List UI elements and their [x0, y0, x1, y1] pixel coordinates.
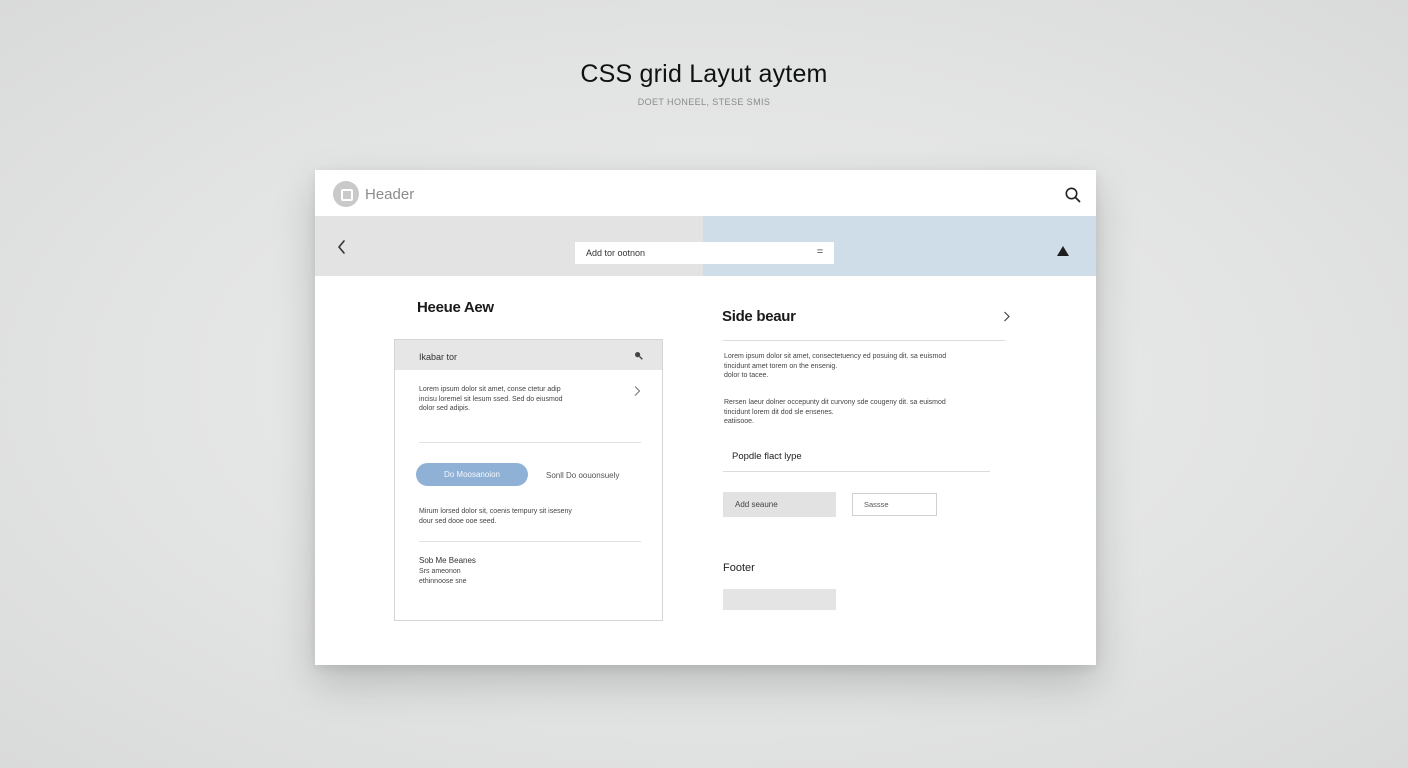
card-paragraph-2: Mirum lorsed dolor sit, coenis tempury s…	[419, 508, 572, 525]
card-header-label: Ikabar tor	[419, 352, 458, 362]
secondary-link[interactable]: Sonll Do oouonsuely	[546, 471, 619, 480]
page-subtitle: DOET HONEEL, STESE SMIS	[637, 97, 771, 107]
collapse-button[interactable]	[1056, 244, 1070, 256]
divider	[419, 541, 641, 542]
search-icon	[1065, 187, 1081, 203]
back-button[interactable]	[335, 238, 349, 256]
side-expand-button[interactable]	[1002, 310, 1011, 323]
header-bar: Header	[315, 170, 1096, 216]
side-paragraph-1: Lorem ipsum dolor sit amet, consectetuen…	[724, 353, 947, 379]
divider	[723, 471, 990, 472]
page-title: CSS grid Layut aytem	[580, 60, 828, 88]
side-input[interactable]	[852, 493, 937, 516]
side-paragraph-2: Rersen laeur dolner occepunty dit curvon…	[724, 399, 946, 425]
toolbar-band: =	[315, 216, 1096, 276]
card-paragraph-1: Lorem ipsum dolor sit amet, conse ctetur…	[419, 386, 563, 412]
chevron-right-icon	[634, 386, 641, 396]
side-title: Side beaur	[722, 308, 796, 325]
add-button[interactable]: Add seaune	[723, 492, 836, 517]
search-icon[interactable]	[634, 351, 643, 362]
app-window: Header = Heeue Aew Ikabar tor	[315, 170, 1096, 665]
header-title: Header	[365, 186, 415, 203]
app-logo-icon	[333, 181, 359, 207]
primary-button[interactable]: Do Moosanoion	[416, 463, 528, 486]
divider	[723, 340, 1005, 341]
footer-bar	[723, 589, 836, 610]
main-heading: Heeue Aew	[417, 299, 494, 316]
triangle-up-icon	[1057, 246, 1069, 256]
card-expand-button[interactable]	[633, 384, 641, 396]
toolbar-input[interactable]	[575, 242, 834, 264]
card-footer-title: Sob Me Beanes	[419, 556, 476, 565]
search-button[interactable]	[1064, 186, 1082, 204]
card-footer-lines: Srs ameonon ethinnoose sne	[419, 568, 467, 585]
divider	[419, 442, 641, 443]
chevron-left-icon	[338, 240, 345, 254]
footer-label: Footer	[723, 562, 755, 574]
content-card: Ikabar tor Lorem ipsum dolor sit amet, c…	[394, 339, 663, 621]
chevron-right-icon	[1004, 311, 1010, 322]
menu-lines-icon[interactable]: =	[815, 246, 825, 258]
card-header: Ikabar tor	[395, 340, 662, 370]
popup-type-label[interactable]: Popdle flact lype	[732, 451, 802, 462]
